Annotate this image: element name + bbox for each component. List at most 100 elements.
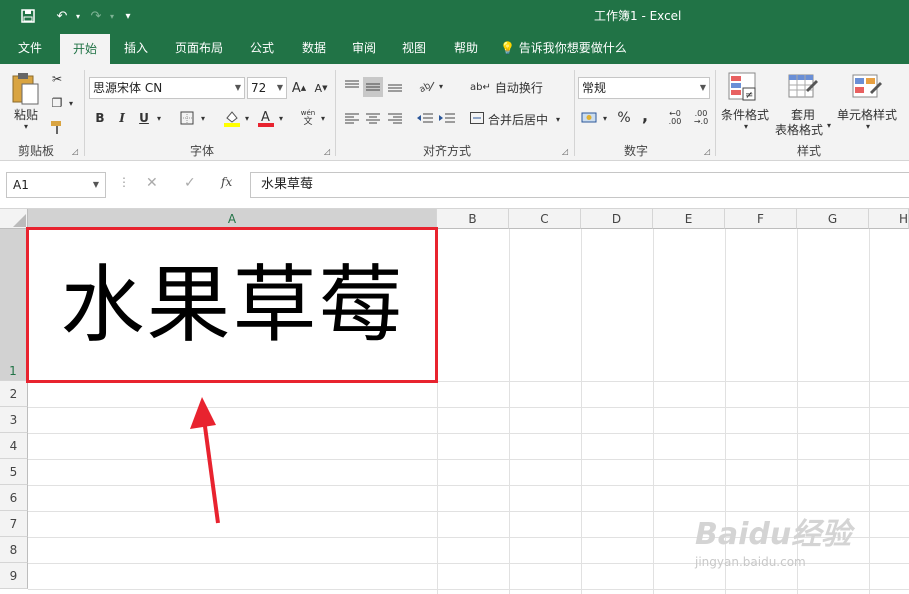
align-top-icon[interactable] <box>343 77 361 95</box>
undo-dropdown-icon[interactable]: ▾ <box>68 6 88 26</box>
chevron-down-icon[interactable]: ▾ <box>860 122 876 131</box>
increase-decimal-icon[interactable]: ←0.00 <box>664 108 686 128</box>
column-header-e[interactable]: E <box>653 209 725 229</box>
tab-insert[interactable]: 插入 <box>114 32 158 64</box>
cell-styles-icon[interactable] <box>852 72 882 105</box>
align-center-icon[interactable] <box>364 109 382 127</box>
column-header-b[interactable]: B <box>437 209 509 229</box>
column-header-d[interactable]: D <box>581 209 653 229</box>
underline-button[interactable]: U <box>136 109 152 127</box>
tab-page-layout[interactable]: 页面布局 <box>166 32 232 64</box>
conditional-format-button[interactable]: 条件格式 <box>718 106 772 123</box>
align-right-icon[interactable] <box>386 109 404 127</box>
column-header-c[interactable]: C <box>509 209 581 229</box>
copy-dropdown-icon[interactable]: ▾ <box>66 94 76 112</box>
column-header-h[interactable]: H <box>869 209 909 229</box>
tab-help[interactable]: 帮助 <box>444 32 488 64</box>
paste-icon[interactable] <box>10 72 40 109</box>
tab-formulas[interactable]: 公式 <box>240 32 284 64</box>
row-header-2[interactable]: 2 <box>0 381 28 407</box>
tab-review[interactable]: 审阅 <box>342 32 386 64</box>
orientation-icon[interactable]: ab <box>418 77 436 95</box>
cut-icon[interactable]: ✂ <box>48 70 66 88</box>
align-middle-icon[interactable] <box>363 77 383 97</box>
name-box[interactable]: A1 ▼ <box>6 172 106 198</box>
gridline <box>869 229 870 594</box>
align-bottom-icon[interactable] <box>386 77 404 95</box>
row-header-5[interactable]: 5 <box>0 459 28 485</box>
phonetic-icon[interactable]: wén 文 <box>298 108 318 128</box>
format-as-table-icon[interactable] <box>788 72 818 105</box>
bold-button[interactable]: B <box>92 109 108 127</box>
tab-file[interactable]: 文件 <box>8 32 52 64</box>
paste-button[interactable]: 粘贴 <box>8 106 44 123</box>
group-divider <box>574 70 575 156</box>
row-header-6[interactable]: 6 <box>0 485 28 511</box>
alignment-launcher-icon[interactable]: ◿ <box>562 147 568 156</box>
font-color-icon[interactable]: A <box>256 108 276 128</box>
row-header-4[interactable]: 4 <box>0 433 28 459</box>
enter-icon[interactable]: ✓ <box>184 175 196 191</box>
accounting-format-icon[interactable] <box>580 109 600 127</box>
customize-qat-icon[interactable]: ▾ <box>118 6 138 26</box>
formula-input[interactable]: 水果草莓 <box>250 172 909 198</box>
row-header-7[interactable]: 7 <box>0 511 28 537</box>
decrease-font-icon[interactable]: A ▼ <box>313 79 329 97</box>
font-name-combo[interactable]: 思源宋体 CN ▼ <box>89 77 245 99</box>
column-header-a[interactable]: A <box>28 209 437 229</box>
borders-dropdown-icon[interactable]: ▾ <box>198 109 208 127</box>
wrap-text-button[interactable]: ab↵ 自动换行 <box>470 78 570 96</box>
lightbulb-icon: 💡 <box>500 41 515 55</box>
row-header-3[interactable]: 3 <box>0 407 28 433</box>
chevron-down-icon: ▼ <box>276 83 283 92</box>
fill-color-dropdown-icon[interactable]: ▾ <box>242 109 252 127</box>
row-header-9[interactable]: 9 <box>0 563 28 589</box>
clipboard-launcher-icon[interactable]: ◿ <box>72 147 78 156</box>
borders-icon[interactable] <box>178 109 196 127</box>
gridline <box>581 229 582 594</box>
row-header-8[interactable]: 8 <box>0 537 28 563</box>
decrease-indent-icon[interactable] <box>416 109 434 127</box>
wrap-text-label: 自动换行 <box>494 80 543 95</box>
number-format-combo[interactable]: 常规 ▼ <box>578 77 710 99</box>
accounting-dropdown-icon[interactable]: ▾ <box>600 109 610 127</box>
chevron-down-icon[interactable]: ▾ <box>738 122 754 131</box>
format-painter-icon[interactable] <box>48 118 66 136</box>
italic-button[interactable]: I <box>114 109 130 127</box>
font-launcher-icon[interactable]: ◿ <box>324 147 330 156</box>
format-as-table-line2[interactable]: 表格格式 <box>770 121 828 138</box>
row-header-1[interactable]: 1 <box>0 229 28 381</box>
font-size-combo[interactable]: 72 ▼ <box>247 77 287 99</box>
formula-bar-grip[interactable]: ⋮ <box>118 175 130 189</box>
orientation-dropdown-icon[interactable]: ▾ <box>436 77 446 95</box>
chevron-down-icon[interactable]: ▾ <box>824 121 834 130</box>
align-left-icon[interactable] <box>343 109 361 127</box>
tab-view[interactable]: 视图 <box>392 32 436 64</box>
number-format-value: 常规 <box>582 81 607 95</box>
cell-styles-button[interactable]: 单元格样式 <box>834 106 900 123</box>
tab-data[interactable]: 数据 <box>292 32 336 64</box>
fill-color-icon[interactable] <box>222 108 242 128</box>
column-header-g[interactable]: G <box>797 209 869 229</box>
font-color-dropdown-icon[interactable]: ▾ <box>276 109 286 127</box>
decrease-decimal-icon[interactable]: .00 →.0 <box>690 108 712 128</box>
comma-button[interactable]: , <box>638 106 652 125</box>
conditional-format-icon[interactable]: ≠ <box>728 72 758 105</box>
window-title: 工作簿1 - Excel <box>594 9 682 23</box>
increase-font-icon[interactable]: A ▲ <box>291 79 307 97</box>
column-header-f[interactable]: F <box>725 209 797 229</box>
paste-dropdown-icon[interactable]: ▾ <box>18 122 34 131</box>
underline-dropdown-icon[interactable]: ▾ <box>154 109 164 127</box>
percent-button[interactable]: % <box>616 109 632 127</box>
phonetic-dropdown-icon[interactable]: ▾ <box>318 109 328 127</box>
insert-function-icon[interactable]: fx <box>221 175 232 189</box>
number-launcher-icon[interactable]: ◿ <box>704 147 710 156</box>
copy-icon[interactable]: ❐ <box>48 94 66 112</box>
merge-center-button[interactable]: 合并后居中 ▾ <box>470 110 570 128</box>
tell-me-search[interactable]: 💡 告诉我你想要做什么 <box>500 32 640 64</box>
increase-indent-icon[interactable] <box>438 109 456 127</box>
tab-home[interactable]: 开始 <box>60 34 110 64</box>
cancel-icon[interactable]: ✕ <box>146 175 158 191</box>
select-all-corner[interactable] <box>0 209 28 229</box>
save-icon[interactable] <box>18 6 38 26</box>
